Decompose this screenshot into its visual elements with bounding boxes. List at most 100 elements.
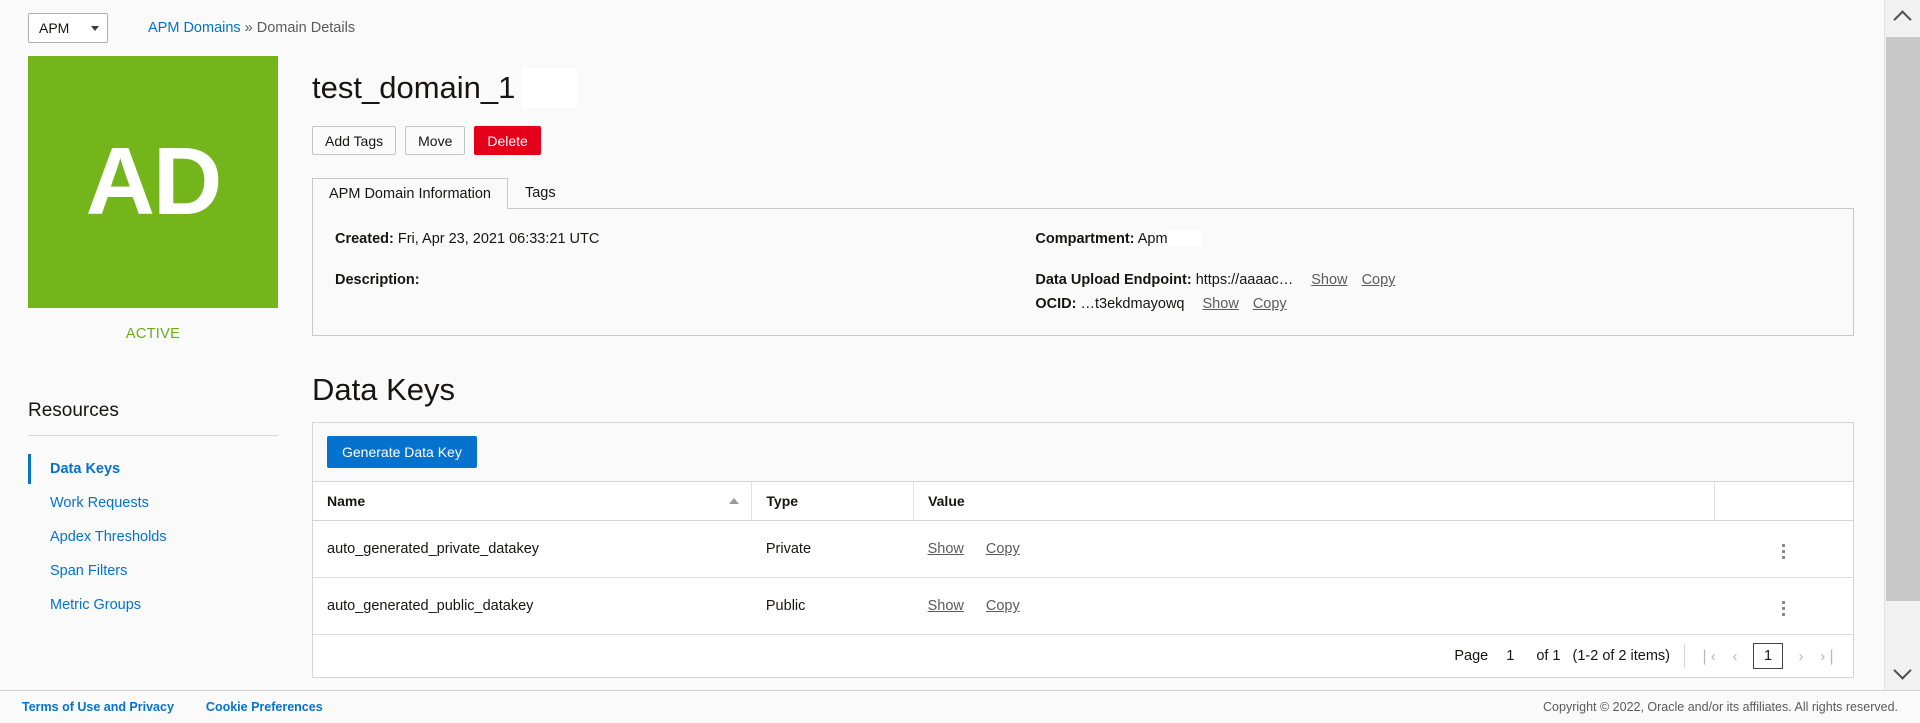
cell-name: auto_generated_private_datakey (313, 520, 752, 579)
info-row-created: Created: Fri, Apr 23, 2021 06:33:21 UTC (335, 229, 1021, 250)
left-sidebar: AD ACTIVE Resources Data Keys Work Reque… (0, 56, 280, 622)
tab-apm-domain-information[interactable]: APM Domain Information (312, 178, 508, 209)
page-title-text: test_domain_1 (312, 70, 516, 106)
table-header-row: Name Type Value (313, 482, 1853, 522)
endpoint-copy-link[interactable]: Copy (1362, 272, 1396, 288)
service-selector[interactable]: APM (28, 13, 108, 43)
row-copy-link[interactable]: Copy (986, 598, 1020, 614)
compartment-value: Apm (1137, 231, 1168, 247)
sidebar-item-label: Span Filters (50, 563, 128, 579)
pagination-of-label: of 1 (1536, 648, 1561, 665)
pagination: Page 1 of 1 (1-2 of 2 items) ❘‹ ‹ 1 › ›❘ (313, 635, 1853, 678)
breadcrumb-link-apm-domains[interactable]: APM Domains (148, 20, 241, 36)
scroll-down-button[interactable] (1885, 655, 1920, 690)
endpoint-show-link[interactable]: Show (1311, 272, 1347, 288)
pagination-page-number: 1 (1506, 648, 1515, 665)
ocid-show-link[interactable]: Show (1203, 296, 1239, 312)
scrollbar-thumb[interactable] (1886, 37, 1920, 601)
endpoint-value: https://aaaac… (1195, 272, 1294, 289)
divider (28, 435, 278, 436)
sidebar-item-span-filters[interactable]: Span Filters (28, 554, 280, 588)
service-selector-value: APM (39, 20, 70, 36)
chevron-up-icon (1893, 10, 1912, 29)
copyright-text: Copyright © 2022, Oracle and/or its affi… (1543, 700, 1898, 714)
table-row: auto_generated_private_datakey Private S… (313, 520, 1853, 579)
last-page-icon[interactable]: ›❘ (1815, 642, 1843, 670)
info-column-left: Created: Fri, Apr 23, 2021 06:33:21 UTC … (313, 229, 1021, 315)
resources-heading: Resources (28, 400, 119, 421)
action-toolbar: Add Tags Move Delete (312, 126, 1854, 155)
row-show-link[interactable]: Show (928, 598, 964, 614)
info-column-right: Compartment: Apm Data Upload Endpoint: h… (1021, 229, 1853, 315)
chevron-down-icon (91, 25, 99, 31)
breadcrumb: APM Domains» Domain Details (148, 20, 355, 36)
breadcrumb-current: Domain Details (256, 20, 356, 36)
page-title: test_domain_1 (312, 56, 1854, 108)
page-number-input[interactable]: 1 (1753, 643, 1783, 670)
kebab-menu-icon[interactable] (1778, 597, 1789, 620)
data-keys-table: Name Type Value auto_generated_private_d… (313, 482, 1853, 636)
ocid-copy-link[interactable]: Copy (1253, 296, 1287, 312)
column-header-actions (1714, 482, 1853, 522)
column-header-type[interactable]: Type (751, 482, 915, 522)
sidebar-item-label: Metric Groups (50, 597, 142, 613)
cell-type: Public (751, 577, 914, 636)
delete-button[interactable]: Delete (474, 126, 541, 155)
scroll-up-button[interactable] (1885, 0, 1920, 35)
breadcrumb-separator: » (244, 20, 253, 36)
kebab-menu-icon[interactable] (1778, 540, 1789, 563)
sidebar-item-apdex-thresholds[interactable]: Apdex Thresholds (28, 520, 280, 554)
data-keys-table-card: Generate Data Key Name Type Value auto_g… (312, 422, 1854, 679)
first-page-icon[interactable]: ❘‹ (1693, 642, 1721, 670)
column-header-value[interactable]: Value (913, 482, 1715, 522)
created-label: Created: (335, 231, 394, 247)
tab-strip: APM Domain Information Tags (312, 177, 1854, 209)
ocid-label: OCID: (1035, 296, 1077, 313)
cell-name: auto_generated_public_datakey (313, 577, 752, 636)
sidebar-item-data-keys[interactable]: Data Keys (28, 452, 280, 486)
domain-information-panel: Created: Fri, Apr 23, 2021 06:33:21 UTC … (312, 208, 1854, 337)
cell-value: Show Copy (913, 520, 1715, 579)
sidebar-item-label: Data Keys (50, 461, 121, 477)
terms-of-use-link[interactable]: Terms of Use and Privacy (22, 700, 174, 714)
redaction-mask (1167, 230, 1202, 246)
row-copy-link[interactable]: Copy (986, 541, 1020, 557)
data-keys-heading: Data Keys (312, 372, 456, 408)
vertical-scrollbar[interactable] (1884, 0, 1920, 690)
previous-page-icon[interactable]: ‹ (1721, 642, 1749, 670)
info-row-description: Description: (335, 270, 1021, 291)
cookie-preferences-link[interactable]: Cookie Preferences (206, 700, 323, 714)
row-show-link[interactable]: Show (928, 541, 964, 557)
avatar-initials: AD (85, 128, 223, 235)
info-row-ocid: OCID: …t3ekdmayowq Show Copy (1035, 294, 1853, 315)
tab-tags[interactable]: Tags (508, 177, 573, 208)
top-bar: APM APM Domains» Domain Details (0, 0, 1884, 56)
status-badge: ACTIVE (125, 326, 181, 342)
cell-actions (1714, 577, 1853, 636)
info-row-compartment: Compartment: Apm (1035, 229, 1853, 250)
ocid-value: …t3ekdmayowq (1080, 296, 1185, 313)
pagination-page-label: Page (1454, 648, 1489, 665)
compartment-label: Compartment: (1035, 231, 1135, 247)
sidebar-item-metric-groups[interactable]: Metric Groups (28, 588, 280, 622)
add-tags-button[interactable]: Add Tags (312, 126, 397, 155)
next-page-icon[interactable]: › (1787, 642, 1815, 670)
sidebar-item-label: Work Requests (50, 495, 149, 511)
table-toolbar: Generate Data Key (313, 423, 1853, 483)
cell-actions (1714, 520, 1853, 579)
table-row: auto_generated_public_datakey Public Sho… (313, 577, 1853, 636)
chevron-down-icon (1893, 661, 1912, 680)
content-area: AD ACTIVE Resources Data Keys Work Reque… (0, 56, 1884, 679)
created-value: Fri, Apr 23, 2021 06:33:21 UTC (397, 231, 600, 247)
sidebar-item-work-requests[interactable]: Work Requests (28, 486, 280, 520)
resources-list: Data Keys Work Requests Apdex Thresholds… (28, 452, 280, 622)
avatar: AD (28, 56, 278, 308)
sort-ascending-icon (729, 498, 740, 505)
info-row-data-upload-endpoint: Data Upload Endpoint: https://aaaac… Sho… (1035, 270, 1853, 291)
move-button[interactable]: Move (405, 126, 466, 155)
generate-data-key-button[interactable]: Generate Data Key (327, 436, 477, 469)
column-header-label: Name (327, 493, 366, 510)
endpoint-label: Data Upload Endpoint: (1035, 272, 1192, 289)
cell-value: Show Copy (913, 577, 1715, 636)
column-header-name[interactable]: Name (313, 482, 753, 522)
